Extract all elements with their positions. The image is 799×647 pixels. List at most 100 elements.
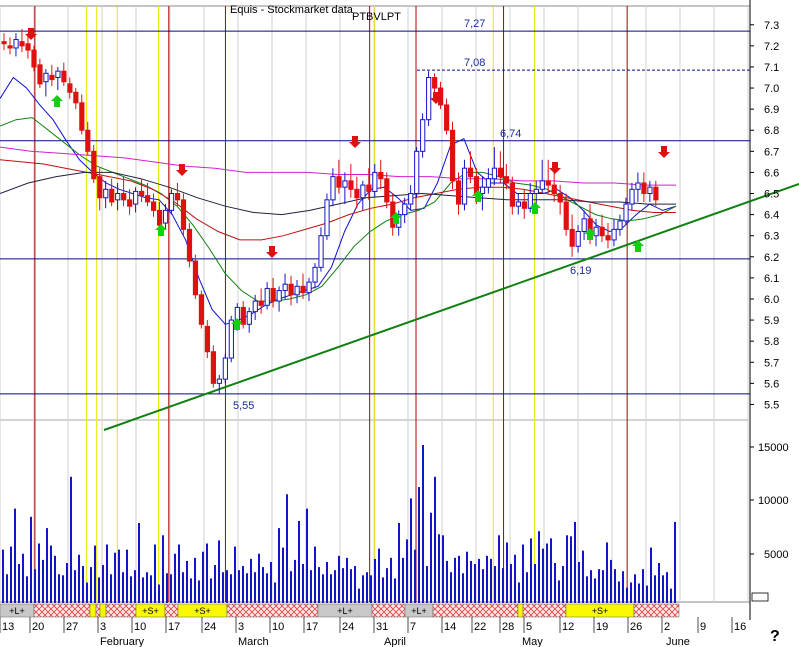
candle-body: [557, 193, 563, 203]
volume-bar: [366, 572, 368, 603]
volume-bar: [578, 561, 580, 603]
volume-bar: [198, 580, 200, 603]
price-tick-label: 6.8: [764, 125, 779, 137]
month-label: June: [666, 636, 690, 647]
candle-body: [67, 83, 73, 93]
volume-bar: [522, 544, 524, 603]
candle-body: [180, 199, 187, 230]
volume-bar: [470, 560, 472, 603]
volume-bar: [130, 576, 132, 603]
volume-bar: [282, 547, 284, 603]
candle-body: [216, 378, 222, 384]
volume-bar: [22, 553, 24, 603]
volume-bar: [66, 562, 68, 603]
volume-bar: [330, 574, 332, 603]
signal-label: +S+: [142, 606, 159, 616]
volume-bar: [338, 555, 340, 603]
candle-body: [103, 188, 109, 199]
volume-bar: [14, 508, 16, 603]
price-tick-label: 6.7: [764, 146, 779, 158]
volume-bar: [642, 569, 644, 603]
volume-bar: [666, 572, 668, 603]
volume-bar: [278, 528, 280, 603]
volume-bar: [554, 562, 556, 603]
volume-bar: [18, 564, 20, 603]
volume-bar: [362, 575, 364, 603]
volume-bar: [438, 534, 440, 603]
candle-body: [151, 201, 157, 211]
volume-bar: [394, 578, 396, 603]
date-label: 24: [342, 621, 354, 633]
volume-bar: [238, 570, 240, 603]
volume-bar: [2, 549, 4, 603]
volume-bar: [26, 576, 28, 603]
candle-body: [115, 193, 121, 201]
volume-bar: [434, 476, 436, 603]
candle-body: [497, 167, 504, 178]
volume-bar: [334, 570, 336, 603]
volume-bar: [286, 494, 288, 603]
volume-bar: [618, 581, 620, 603]
volume-bar: [214, 565, 216, 603]
candle-body: [198, 294, 205, 325]
date-label: 9: [700, 621, 706, 633]
candle-body: [204, 325, 211, 353]
date-label: 10: [272, 621, 284, 633]
volume-bar: [298, 520, 300, 603]
candle-body: [647, 186, 653, 195]
volume-bar: [506, 542, 508, 603]
volume-bar: [602, 570, 604, 603]
volume-bar: [582, 550, 584, 603]
price-tick-label: 6.4: [764, 210, 779, 222]
volume-bar: [254, 572, 256, 603]
volume-bar: [558, 580, 560, 603]
help-icon[interactable]: ?: [770, 628, 780, 645]
price-tick-label: 6.3: [764, 231, 779, 243]
volume-bar: [598, 569, 600, 603]
volume-bar: [70, 476, 72, 603]
candle-body: [653, 186, 659, 201]
volume-bar: [230, 574, 232, 603]
date-label: 17: [168, 621, 180, 633]
date-label: 3: [238, 621, 244, 633]
candle-body: [312, 266, 318, 283]
date-label: 3: [100, 621, 106, 633]
signal-segment: [522, 603, 567, 618]
volume-bar: [134, 570, 136, 603]
volume-bar: [146, 572, 148, 603]
volume-bar: [634, 574, 636, 603]
volume-bar: [594, 578, 596, 603]
candle-body: [408, 193, 414, 205]
volume-bar: [514, 554, 516, 603]
volume-bar: [550, 538, 552, 603]
scroll-box: [751, 592, 769, 602]
candle-body: [133, 190, 139, 205]
volume-bar: [142, 577, 144, 603]
volume-bar: [114, 552, 116, 603]
volume-bar: [266, 573, 268, 603]
volume-bar: [490, 558, 492, 603]
candle-body: [521, 201, 527, 209]
volume-bar: [174, 553, 176, 603]
candle-body: [605, 235, 611, 241]
volume-bar: [322, 574, 324, 603]
volume-bar: [474, 564, 476, 603]
candle-body: [503, 176, 510, 184]
candle-body: [641, 182, 647, 195]
volume-bar: [202, 551, 204, 603]
volume-bar: [622, 571, 624, 603]
volume-bar: [294, 559, 296, 603]
level-label: 7,27: [464, 18, 485, 30]
volume-bar: [150, 575, 152, 603]
volume-bar: [38, 543, 40, 603]
volume-bar: [358, 588, 360, 603]
candle-body: [186, 228, 193, 262]
candle-body: [533, 188, 539, 195]
volume-bar: [426, 566, 428, 603]
date-label: 2: [664, 621, 670, 633]
volume-bar: [170, 574, 172, 603]
candle-body: [372, 171, 378, 192]
volume-bar: [614, 569, 616, 603]
date-label: 10: [134, 621, 146, 633]
volume-bar: [414, 549, 416, 603]
